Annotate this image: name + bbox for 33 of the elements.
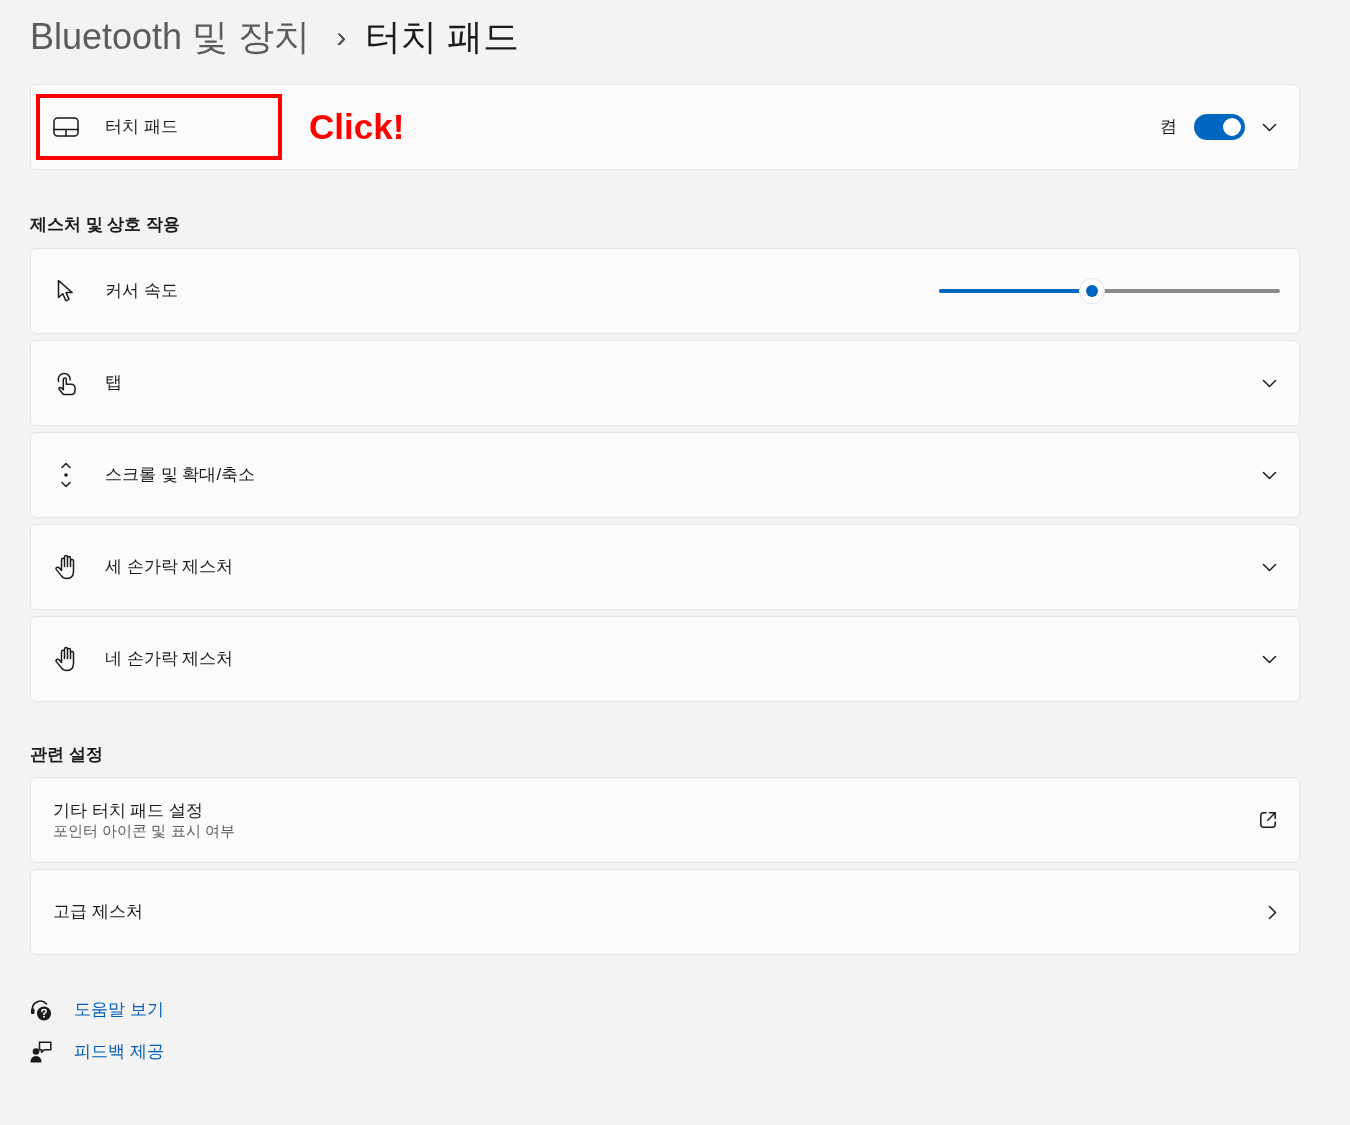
cursor-icon <box>57 279 75 303</box>
section-heading: 관련 설정 <box>30 744 103 766</box>
chevron-down-icon[interactable] <box>1262 470 1277 480</box>
person-speech-bubble-icon <box>30 1041 52 1063</box>
annotation-text: Click! <box>309 107 405 147</box>
section-heading: 제스처 및 상호 작용 <box>30 214 181 236</box>
setting-label: 세 손가락 제스처 <box>105 556 234 578</box>
chevron-down-icon[interactable] <box>1262 378 1277 388</box>
setting-label: 터치 패드 <box>105 116 178 138</box>
slider-thumb[interactable] <box>1079 278 1106 304</box>
chevron-right-icon[interactable] <box>1268 904 1277 920</box>
chevron-down-icon[interactable] <box>1262 122 1277 132</box>
help-icon <box>30 999 52 1021</box>
footer-link[interactable]: 도움말 보기 <box>74 999 164 1021</box>
setting-label: 스크롤 및 확대/축소 <box>105 464 256 486</box>
toggle-switch[interactable] <box>1194 114 1245 140</box>
breadcrumb-separator: › <box>336 19 347 55</box>
setting-title: 고급 제스처 <box>53 901 143 923</box>
setting-label: 네 손가락 제스처 <box>105 648 234 670</box>
chevron-down-icon[interactable] <box>1262 562 1277 572</box>
breadcrumb-link[interactable]: Bluetooth 및 장치 <box>30 15 311 59</box>
chevron-down-icon[interactable] <box>1262 654 1277 664</box>
toggle-state-label: 켬 <box>1160 116 1177 138</box>
setting-description: 포인터 아이콘 및 표시 여부 <box>53 822 235 840</box>
touchpad-icon <box>53 117 79 137</box>
external-link-icon[interactable] <box>1259 811 1277 829</box>
tap-hand-icon <box>55 370 77 396</box>
setting-label: 커서 속도 <box>105 280 178 302</box>
footer-link[interactable]: 피드백 제공 <box>74 1041 164 1063</box>
setting-label: 탭 <box>105 372 122 394</box>
page-title: 터치 패드 <box>365 15 520 59</box>
setting-title: 기타 터치 패드 설정 <box>53 800 204 822</box>
scroll-arrows-icon <box>60 462 72 488</box>
